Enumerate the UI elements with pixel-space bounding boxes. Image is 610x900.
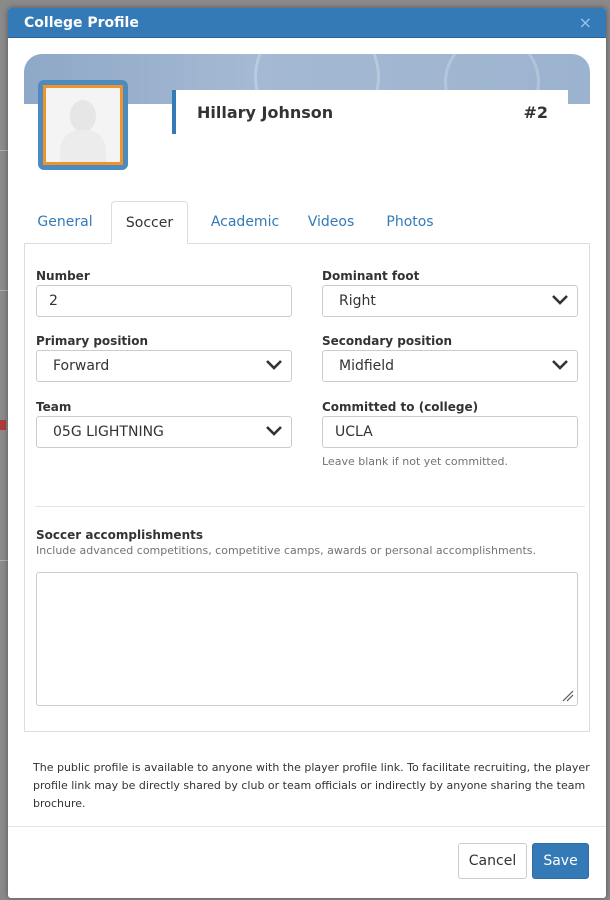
committed-college-field[interactable]: UCLA (322, 416, 578, 448)
committed-college-value: UCLA (335, 424, 373, 440)
dominant-foot-value: Right (339, 293, 376, 309)
accomplishments-help-text: Include advanced competitions, competiti… (36, 544, 536, 557)
tab-soccer[interactable]: Soccer (111, 201, 188, 244)
player-name: Hillary Johnson (197, 102, 334, 122)
background-fragment (0, 420, 6, 430)
close-icon[interactable]: × (579, 13, 592, 32)
primary-position-select[interactable]: Forward (36, 350, 292, 382)
soccer-tab-panel: Number 2 Dominant foot Right Primary pos… (24, 243, 590, 732)
public-profile-note: The public profile is available to anyon… (33, 761, 590, 810)
avatar-photo (43, 85, 123, 165)
chevron-down-icon (266, 360, 282, 370)
cancel-button[interactable]: Cancel (458, 843, 527, 879)
secondary-position-value: Midfield (339, 358, 395, 374)
avatar[interactable] (38, 80, 128, 170)
chevron-down-icon (552, 360, 568, 370)
team-value: 05G LIGHTNING (53, 424, 164, 440)
background-divider (0, 290, 8, 291)
number-value: 2 (49, 293, 58, 309)
footer-divider (8, 826, 606, 827)
background-divider (0, 560, 8, 561)
primary-position-value: Forward (53, 358, 110, 374)
dialog-header: College Profile × (8, 8, 606, 38)
tab-videos[interactable]: Videos (302, 201, 360, 243)
save-button[interactable]: Save (532, 843, 589, 879)
accomplishments-label: Soccer accomplishments (36, 528, 203, 542)
dominant-foot-label: Dominant foot (322, 269, 420, 283)
secondary-position-label: Secondary position (322, 334, 453, 348)
secondary-position-select[interactable]: Midfield (322, 350, 578, 382)
resize-grip-icon[interactable] (562, 690, 574, 702)
avatar-body (60, 130, 106, 162)
number-label: Number (36, 269, 90, 283)
primary-position-label: Primary position (36, 334, 149, 348)
accomplishments-textarea[interactable] (36, 572, 578, 706)
tab-academic[interactable]: Academic (205, 201, 285, 243)
chevron-down-icon (266, 426, 282, 436)
number-field[interactable]: 2 (36, 285, 292, 317)
college-profile-dialog: College Profile × Hillary Johnson #2 Gen… (8, 8, 606, 898)
profile-tabs: General Soccer Academic Videos Photos (24, 201, 590, 244)
committed-help-text: Leave blank if not yet committed. (322, 455, 508, 468)
team-label: Team (36, 400, 72, 414)
committed-label: Committed to (college) (322, 400, 479, 414)
jersey-number: #2 (523, 102, 548, 122)
team-select[interactable]: 05G LIGHTNING (36, 416, 292, 448)
chevron-down-icon (552, 295, 568, 305)
tab-general[interactable]: General (28, 201, 102, 243)
player-name-card: Hillary Johnson #2 (172, 90, 568, 134)
tab-photos[interactable]: Photos (380, 201, 440, 243)
section-divider (35, 506, 585, 507)
avatar-head (70, 100, 96, 132)
dominant-foot-select[interactable]: Right (322, 285, 578, 317)
background-divider (0, 150, 8, 151)
dialog-title: College Profile (24, 14, 139, 31)
